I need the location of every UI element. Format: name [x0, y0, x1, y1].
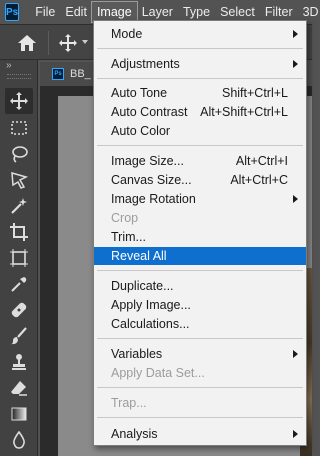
submenu-arrow-icon: [293, 60, 298, 68]
object-select-tool-icon[interactable]: [5, 167, 33, 193]
menu-item-label: Auto Tone: [111, 86, 168, 100]
menu-item-label: Auto Color: [111, 124, 171, 138]
tool-preset-caret-icon[interactable]: [82, 40, 88, 44]
home-icon[interactable]: [17, 34, 37, 52]
gradient-tool-icon[interactable]: [5, 401, 33, 427]
menu-item-shortcut: Alt+Ctrl+C: [230, 173, 288, 187]
menu-item-label: Apply Data Set...: [111, 366, 205, 380]
menu-item-label: Trap...: [111, 396, 147, 410]
menu-item-label: Crop: [111, 211, 139, 225]
menu-separator: [97, 417, 303, 418]
menu-item-label: Analysis: [111, 427, 158, 441]
menu-item-auto-contrast[interactable]: Auto Contrast Alt+Shift+Ctrl+L: [94, 103, 306, 121]
menu-item-label: Image Rotation: [111, 192, 196, 206]
document-tab-label: BB_: [70, 68, 91, 80]
menu-item-label: Image Size...: [111, 154, 184, 168]
menu-item-label: Mode: [111, 27, 143, 41]
menu-file[interactable]: File: [30, 2, 60, 22]
menu-type[interactable]: Type: [178, 2, 215, 22]
menu-item-label: Calculations...: [111, 317, 190, 331]
options-separator: [48, 31, 49, 55]
menu-item-label: Duplicate...: [111, 279, 174, 293]
menu-item-analysis[interactable]: Analysis: [94, 425, 306, 443]
menu-separator: [97, 145, 303, 146]
panel-grip[interactable]: [7, 74, 31, 79]
submenu-arrow-icon: [293, 350, 298, 358]
menu-item-canvas-size[interactable]: Canvas Size... Alt+Ctrl+C: [94, 171, 306, 189]
crop-tool-icon[interactable]: [5, 219, 33, 245]
menu-3d[interactable]: 3D: [298, 2, 320, 22]
marquee-tool-icon[interactable]: [5, 115, 33, 141]
menu-item-auto-color[interactable]: Auto Color: [94, 122, 306, 140]
menu-separator: [97, 48, 303, 49]
menu-item-calculations[interactable]: Calculations...: [94, 315, 306, 333]
menu-item-shortcut: Alt+Shift+Ctrl+L: [200, 105, 288, 119]
menu-filter[interactable]: Filter: [260, 2, 298, 22]
menu-separator: [97, 78, 303, 79]
menu-item-apply-image[interactable]: Apply Image...: [94, 296, 306, 314]
magic-wand-tool-icon[interactable]: [5, 193, 33, 219]
submenu-arrow-icon: [293, 195, 298, 203]
frame-tool-icon[interactable]: [5, 245, 33, 271]
menu-edit[interactable]: Edit: [60, 2, 92, 22]
move-tool-icon[interactable]: [5, 88, 33, 114]
menu-item-variables[interactable]: Variables: [94, 345, 306, 363]
menu-item-duplicate[interactable]: Duplicate...: [94, 277, 306, 295]
menu-layer[interactable]: Layer: [137, 2, 178, 22]
menu-item-image-size[interactable]: Image Size... Alt+Ctrl+I: [94, 152, 306, 170]
menu-item-label: Auto Contrast: [111, 105, 188, 119]
tools-panel: »: [0, 60, 38, 456]
menu-item-label: Adjustments: [111, 57, 180, 71]
menu-separator: [97, 338, 303, 339]
menu-select[interactable]: Select: [215, 2, 260, 22]
menu-item-trap[interactable]: Trap...: [94, 394, 306, 412]
photoshop-logo-icon[interactable]: Ps: [5, 3, 20, 21]
menu-separator: [97, 270, 303, 271]
healing-brush-tool-icon[interactable]: [5, 297, 33, 323]
collapse-panel-icon[interactable]: »: [6, 60, 12, 72]
clone-stamp-tool-icon[interactable]: [5, 349, 33, 375]
menu-item-label: Variables: [111, 347, 163, 361]
menu-item-auto-tone[interactable]: Auto Tone Shift+Ctrl+L: [94, 84, 306, 102]
document-type-icon: Ps: [52, 68, 64, 80]
document-tab[interactable]: Ps BB_: [40, 62, 100, 86]
menu-item-adjustments[interactable]: Adjustments: [94, 55, 306, 73]
menu-item-label: Trim...: [111, 230, 146, 244]
submenu-arrow-icon: [293, 30, 298, 38]
menu-separator: [97, 387, 303, 388]
menu-item-apply-data-set[interactable]: Apply Data Set...: [94, 364, 306, 382]
menu-item-mode[interactable]: Mode: [94, 25, 306, 43]
submenu-arrow-icon: [293, 430, 298, 438]
menu-item-reveal-all[interactable]: Reveal All: [94, 247, 306, 265]
menu-item-shortcut: Alt+Ctrl+I: [235, 154, 288, 168]
eyedropper-tool-icon[interactable]: [5, 271, 33, 297]
menu-image[interactable]: Image: [90, 1, 138, 23]
blur-tool-icon[interactable]: [5, 427, 33, 453]
menu-item-trim[interactable]: Trim...: [94, 228, 306, 246]
menu-item-crop[interactable]: Crop: [94, 209, 306, 227]
menu-item-image-rotation[interactable]: Image Rotation: [94, 190, 306, 208]
menu-item-label: Apply Image...: [111, 298, 191, 312]
menu-item-label: Reveal All: [111, 249, 167, 263]
image-menu-dropdown: Mode Adjustments Auto Tone Shift+Ctrl+L …: [93, 20, 307, 446]
menu-item-label: Canvas Size...: [111, 173, 192, 187]
move-tool-options-icon[interactable]: [58, 33, 78, 53]
menu-item-shortcut: Shift+Ctrl+L: [221, 86, 288, 100]
eraser-tool-icon[interactable]: [5, 375, 33, 401]
brush-tool-icon[interactable]: [5, 323, 33, 349]
lasso-tool-icon[interactable]: [5, 141, 33, 167]
